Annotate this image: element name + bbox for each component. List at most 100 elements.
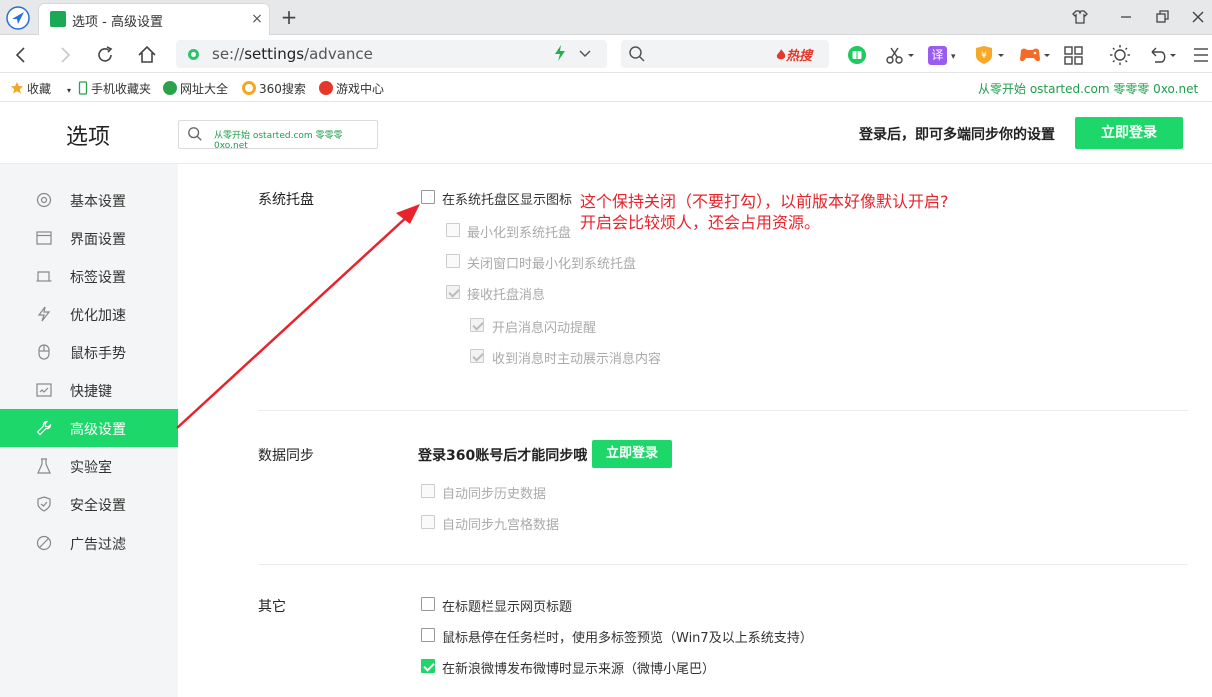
undo-close-icon[interactable] (1146, 43, 1178, 67)
tab-close-icon[interactable]: × (248, 10, 266, 28)
sidebar-item-security[interactable]: 安全设置 (0, 485, 178, 523)
section-divider (258, 410, 1188, 411)
translate-button[interactable]: 译 ▾ (928, 43, 962, 67)
gamepad-icon[interactable] (1017, 43, 1053, 67)
sync-history-label: 自动同步历史数据 (442, 487, 547, 502)
wrench-tab-icon (50, 11, 66, 27)
browser-logo-icon[interactable] (6, 6, 30, 30)
annotation-line-2: 开启会比较烦人，还会占用资源。 (580, 213, 821, 232)
bookmark-360-search[interactable]: 360搜索 (242, 80, 306, 97)
search-icon (188, 127, 202, 141)
brightness-icon[interactable] (1109, 43, 1131, 67)
settings-search-value: 从零开始 ostarted.com 零零零 0xo.net (214, 131, 343, 151)
chevron-down-icon[interactable]: ▾ (67, 86, 71, 95)
bookmark-sites[interactable]: 网址大全 (163, 80, 228, 97)
other-taskbar-preview-checkbox[interactable] (421, 628, 435, 642)
wallet-icon[interactable]: ¥ (973, 43, 1007, 67)
settings-header: 选项 从零开始 ostarted.com 零零零 0xo.net 登录后，即可多… (0, 103, 1212, 164)
tray-minimize-checkbox[interactable] (446, 223, 460, 237)
scissors-icon[interactable] (884, 43, 916, 67)
apps-grid-icon[interactable] (1063, 43, 1085, 67)
sidebar-item-tabs[interactable]: 标签设置 (0, 257, 178, 295)
settings-search-input[interactable]: 从零开始 ostarted.com 零零零 0xo.net (178, 120, 378, 151)
url-text[interactable]: se://settings/advance (212, 45, 373, 63)
chevron-down-icon[interactable] (578, 43, 592, 63)
phone-icon (78, 81, 88, 95)
bookmark-ostarted[interactable]: 从零开始 ostarted.com 零零零 0xo.net (978, 80, 1198, 97)
secure-dot-icon (188, 49, 199, 60)
tray-show-content-label: 收到消息时主动展示消息内容 (492, 352, 662, 367)
window-icon (36, 231, 52, 245)
bookmark-favorites[interactable]: 收藏 ▾ (10, 80, 71, 97)
lightning-icon[interactable] (554, 44, 566, 62)
sync-grid-checkbox[interactable] (421, 515, 435, 529)
navigation-bar: se://settings/advance 热搜 译 ▾ ¥ (0, 35, 1212, 73)
tray-show-icon-label[interactable]: 在系统托盘区显示图标 (442, 189, 572, 208)
other-title-checkbox[interactable] (421, 597, 435, 611)
close-window-icon[interactable] (1188, 7, 1208, 27)
sidebar-item-shortcuts[interactable]: 快捷键 (0, 371, 178, 409)
keyboard-icon (36, 383, 52, 397)
game-center-icon (319, 81, 333, 95)
sidebar-item-mouse-gesture[interactable]: 鼠标手势 (0, 333, 178, 371)
tray-close-minimize-label: 关闭窗口时最小化到系统托盘 (467, 257, 637, 272)
search-box[interactable]: 热搜 (621, 40, 829, 68)
tray-receive-messages-checkbox[interactable] (446, 285, 460, 299)
section-title-other: 其它 (258, 599, 286, 615)
search360-icon (242, 81, 256, 95)
tray-show-content-checkbox[interactable] (470, 349, 484, 363)
settings-sidebar: 基本设置 界面设置 标签设置 优化加速 鼠标手势 快捷键 高级设置 实验室 安全… (0, 164, 178, 697)
bookmarks-bar: 收藏 ▾ 手机收藏夹 网址大全 360搜索 游戏中心 从零开始 ostarted.… (0, 74, 1212, 102)
tray-flash-alert-checkbox[interactable] (470, 318, 484, 332)
search-icon[interactable] (628, 45, 646, 63)
flask-icon (37, 458, 51, 474)
minimize-icon[interactable] (1116, 7, 1136, 27)
section-title-tray: 系统托盘 (258, 192, 314, 208)
reader-icon[interactable] (846, 43, 868, 67)
star-icon (11, 82, 23, 94)
other-taskbar-preview-label[interactable]: 鼠标悬停在任务栏时，使用多标签预览（Win7及以上系统支持） (442, 627, 813, 646)
translate-icon: 译 (928, 46, 947, 65)
wrench-icon (36, 420, 52, 436)
sync-hint-text: 登录后，即可多端同步你的设置 (859, 127, 1055, 143)
sidebar-item-optimize[interactable]: 优化加速 (0, 295, 178, 333)
tab-active[interactable]: 选项 - 高级设置 × (38, 3, 270, 35)
sync-login-hint: 登录360账号后才能同步哦 (418, 448, 588, 464)
other-title-label[interactable]: 在标题栏显示网页标题 (442, 596, 572, 615)
section-title-sync: 数据同步 (258, 448, 314, 464)
skin-icon[interactable] (1070, 7, 1090, 27)
block-icon (36, 535, 52, 551)
lightning-icon (37, 306, 51, 322)
tray-minimize-label: 最小化到系统托盘 (467, 226, 572, 241)
site-directory-icon (163, 81, 177, 95)
back-icon[interactable] (10, 43, 34, 67)
tray-receive-messages-label: 接收托盘消息 (467, 288, 546, 303)
sidebar-item-ad-filter[interactable]: 广告过滤 (0, 524, 178, 562)
sidebar-item-interface[interactable]: 界面设置 (0, 219, 178, 257)
mouse-icon (38, 344, 50, 360)
sidebar-item-advanced[interactable]: 高级设置 (0, 409, 178, 447)
refresh-icon[interactable] (93, 43, 117, 67)
sidebar-item-lab[interactable]: 实验室 (0, 447, 178, 485)
bookmark-mobile[interactable]: 手机收藏夹 (78, 80, 151, 97)
svg-text:¥: ¥ (981, 51, 987, 61)
tray-show-icon-checkbox[interactable] (421, 190, 435, 204)
other-weibo-source-checkbox[interactable] (421, 659, 435, 673)
tray-close-minimize-checkbox[interactable] (446, 254, 460, 268)
home-icon[interactable] (135, 43, 159, 67)
forward-icon[interactable] (52, 43, 76, 67)
bookmark-games[interactable]: 游戏中心 (319, 80, 384, 97)
hot-search-label[interactable]: 热搜 (776, 45, 812, 64)
address-bar[interactable]: se://settings/advance (176, 40, 607, 68)
restore-icon[interactable] (1152, 7, 1172, 27)
menu-icon[interactable] (1192, 43, 1210, 67)
tray-flash-alert-label: 开启消息闪动提醒 (492, 321, 597, 336)
other-weibo-source-label[interactable]: 在新浪微博发布微博时显示来源（微博小尾巴） (442, 658, 715, 677)
page-title: 选项 (66, 125, 111, 150)
sync-history-checkbox[interactable] (421, 484, 435, 498)
new-tab-button[interactable]: + (278, 6, 300, 28)
sidebar-item-basic[interactable]: 基本设置 (0, 181, 178, 219)
header-login-button[interactable]: 立即登录 (1075, 117, 1183, 149)
sync-login-button[interactable]: 立即登录 (592, 440, 672, 468)
flame-icon (776, 49, 786, 60)
